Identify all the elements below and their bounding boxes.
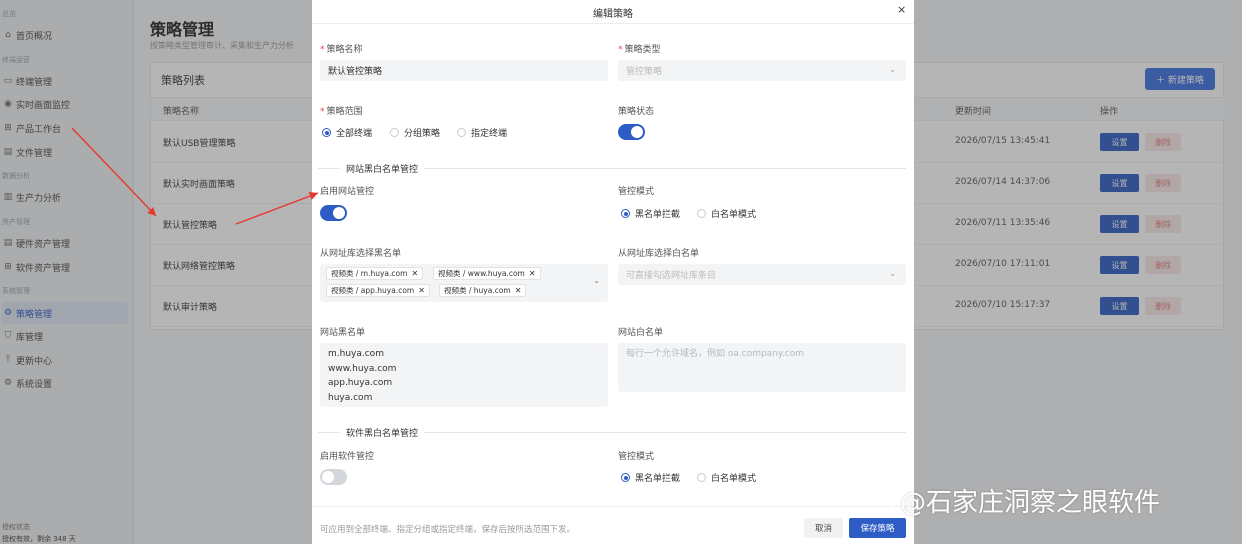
scope-specific-radio[interactable]: 指定终端: [457, 126, 507, 139]
enable-web-toggle[interactable]: [320, 205, 347, 221]
url-tag: 视频类 / app.huya.com ✕: [326, 284, 430, 297]
url-tag: 视频类 / huya.com ✕: [439, 284, 527, 297]
chevron-down-icon: ⌄: [889, 65, 896, 74]
scope-all-radio[interactable]: 全部终端: [322, 126, 372, 139]
radio-dot: [621, 209, 630, 218]
footer-divider: [312, 506, 914, 507]
software-whitelist-radio[interactable]: 白名单模式: [697, 471, 756, 484]
tag-close-icon[interactable]: ✕: [411, 269, 418, 278]
policy-name-input[interactable]: 默认管控策略: [320, 60, 608, 81]
radio-dot: [697, 209, 706, 218]
cancel-button[interactable]: 取消: [804, 518, 843, 538]
chevron-down-icon: ⌄: [889, 269, 896, 278]
tag-close-icon[interactable]: ✕: [529, 269, 536, 278]
toggle-knob: [333, 207, 345, 219]
url-tag: 视频类 / m.huya.com ✕: [326, 267, 424, 280]
radio-dot: [457, 128, 466, 137]
whitelist-textarea[interactable]: 每行一个允许域名，例如 oa.company.com: [618, 343, 906, 392]
software-mode-label: 管控模式: [618, 452, 655, 462]
scope-group-radio[interactable]: 分组策略: [390, 126, 440, 139]
edit-policy-modal: 编辑策略 × * 策略名称 默认管控策略 * 策略类型 管控策略 ⌄ * 策略范围 全部…: [312, 0, 914, 544]
close-icon[interactable]: ×: [897, 3, 906, 16]
footer-note: 可应用到全部终端、指定分组或指定终端，保存后按所选范围下发。: [320, 525, 576, 535]
required-mark: *: [320, 107, 325, 117]
url-tag: 视频类 / www.huya.com ✕: [433, 267, 541, 280]
radio-dot: [621, 473, 630, 482]
policy-type-label: * 策略类型: [618, 45, 661, 55]
radio-dot: [697, 473, 706, 482]
blacklist-textarea[interactable]: m.huya.com www.huya.com app.huya.com huy…: [320, 343, 608, 407]
blacklist-line: www.huya.com: [328, 363, 397, 374]
tag-close-icon[interactable]: ✕: [515, 286, 522, 295]
modal-header: 编辑策略 ×: [312, 0, 914, 24]
blacklist-label: 网站黑名单: [320, 328, 366, 338]
policy-type-select[interactable]: 管控策略 ⌄: [618, 60, 906, 81]
policy-status-toggle[interactable]: [618, 124, 645, 140]
software-blacklist-radio[interactable]: 黑名单拦截: [621, 471, 680, 484]
white-lib-label: 从网址库选择白名单: [618, 249, 700, 259]
watermark: du @石家庄洞察之眼软件: [862, 482, 1160, 519]
toggle-knob: [322, 471, 334, 483]
black-lib-label: 从网址库选择黑名单: [320, 249, 402, 259]
required-mark: *: [320, 45, 325, 55]
chevron-down-icon: ⌄: [593, 276, 600, 285]
enable-software-label: 启用软件管控: [320, 452, 375, 462]
tag-close-icon[interactable]: ✕: [418, 286, 425, 295]
blacklist-line: huya.com: [328, 392, 373, 403]
modal-title: 编辑策略: [593, 9, 633, 20]
software-section-title: 软件黑白名单管控: [340, 426, 425, 439]
watermark-text: @石家庄洞察之眼软件: [900, 488, 1161, 518]
software-section-divider: 软件黑白名单管控: [318, 426, 906, 439]
white-lib-select[interactable]: 可直接勾选网址库条目 ⌄: [618, 264, 906, 285]
toggle-knob: [631, 126, 643, 138]
radio-dot: [322, 128, 331, 137]
web-blacklist-radio[interactable]: 黑名单拦截: [621, 207, 680, 220]
save-policy-button[interactable]: 保存策略: [849, 518, 906, 538]
required-mark: *: [618, 45, 623, 55]
enable-web-label: 启用网站管控: [320, 187, 375, 197]
web-whitelist-radio[interactable]: 白名单模式: [697, 207, 756, 220]
radio-dot: [390, 128, 399, 137]
policy-status-label: 策略状态: [618, 107, 655, 117]
blacklist-line: app.huya.com: [328, 378, 393, 388]
web-section-title: 网站黑白名单管控: [340, 162, 425, 175]
enable-software-toggle[interactable]: [320, 469, 347, 485]
web-mode-label: 管控模式: [618, 187, 655, 197]
whitelist-label: 网站白名单: [618, 328, 664, 338]
black-lib-select[interactable]: 视频类 / m.huya.com ✕ 视频类 / www.huya.com ✕ 视频…: [320, 264, 608, 302]
web-section-divider: 网站黑白名单管控: [318, 162, 906, 175]
policy-name-label: * 策略名称: [320, 45, 363, 55]
blacklist-line: m.huya.com: [328, 349, 384, 359]
paw-logo-icon: du: [862, 484, 894, 517]
policy-scope-label: * 策略范围: [320, 107, 363, 117]
